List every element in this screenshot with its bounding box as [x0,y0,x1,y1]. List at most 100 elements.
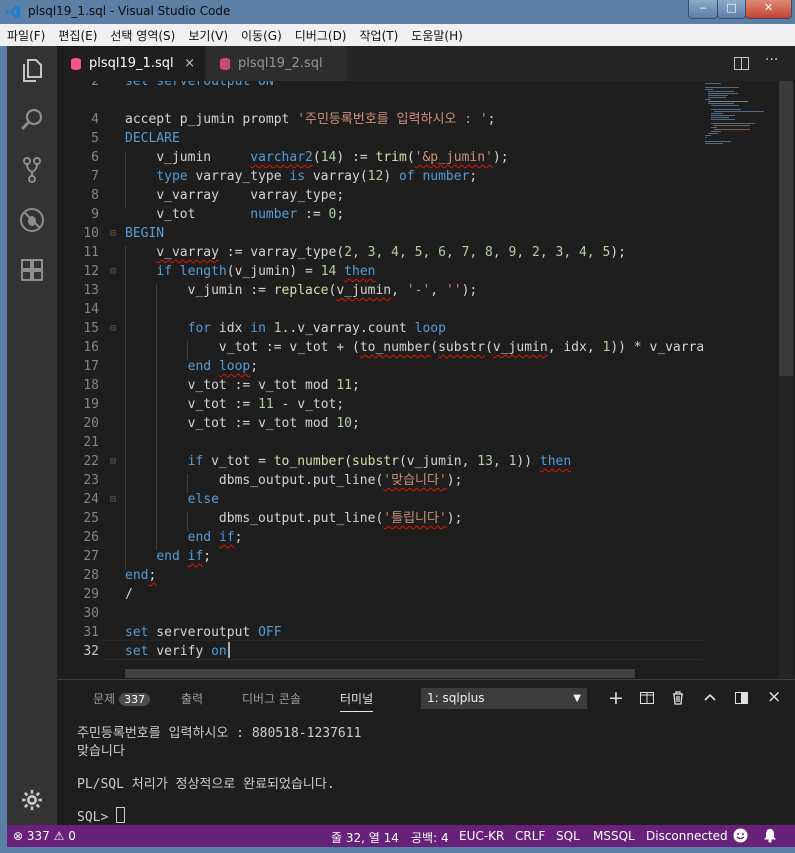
error-icon: ⊗ [13,829,24,843]
settings-gear-icon[interactable] [21,789,43,811]
vertical-scrollbar[interactable] [779,81,793,678]
tab-label: plsql19_1.sql [89,56,174,71]
horizontal-scrollbar[interactable] [125,669,635,678]
terminal-prompt-line[interactable]: SQL> [77,807,126,825]
split-editor-icon[interactable] [734,57,749,70]
new-terminal-button[interactable]: + [608,687,624,709]
code-editor[interactable]: 2 set serveroutput ON 4 accept p_jumin pro… [57,81,703,678]
trash-icon[interactable] [672,691,684,705]
code-line-31: 31 set serveroutput OFF [83,625,282,640]
language-mode[interactable]: SQL [556,829,580,843]
tab-label: plsql19_2.sql [238,56,323,71]
tab-plsql19-1[interactable]: plsql19_1.sql × [57,46,205,81]
tab-problems[interactable]: 문제 337 [93,690,151,707]
search-icon[interactable] [18,106,46,134]
feedback-smiley-icon[interactable] [733,828,748,843]
menu-help[interactable]: 도움말(H) [404,24,469,46]
code-line-20: 20 v_tot := v_tot mod 10; [83,416,360,431]
tab-close-icon[interactable]: × [184,46,195,81]
connection-status[interactable]: Disconnected [646,829,728,843]
terminal-prompt: SQL> [77,810,117,825]
problems-status[interactable]: ⊗ 337 ⚠ 0 [13,829,76,843]
chevron-down-icon: ▼ [573,693,581,704]
extensions-icon[interactable] [18,256,46,284]
vscode-logo-icon [6,5,20,19]
maximize-button[interactable]: □ [717,0,746,19]
text-cursor [228,642,230,658]
code-line-2: 2 set serveroutput ON [91,81,274,89]
code-line-16: 16 v_tot := v_tot + (to_number(substr(v_… [83,340,703,355]
split-terminal-icon[interactable] [640,692,654,704]
code-line-22: 22 ⊟ if v_tot = to_number(substr(v_jumin,… [83,452,572,471]
terminal-line: 맞습니다 [77,744,125,759]
maximize-panel-icon[interactable] [735,692,748,704]
terminal-line: 주민등록번호를 입력하시오 : 880518-1237611 [77,726,362,741]
minimap[interactable] [703,81,779,678]
tab-plsql19-2[interactable]: plsql19_2.sql [206,46,346,81]
source-control-icon[interactable] [18,156,46,184]
fold-icon[interactable]: ⊟ [110,319,116,338]
code-line-12: 12 ⊟ if length(v_jumin) = 14 then [83,262,376,281]
code-line-30: 30 [83,606,99,621]
fold-icon[interactable]: ⊟ [110,224,116,243]
window-title: plsql19_1.sql - Visual Studio Code [28,4,231,18]
code-line-6: 6 v_jumin varchar2(14) := trim('&p_jumin… [91,150,509,165]
code-line-19: 19 v_tot := 11 - v_tot; [83,397,345,412]
editor-tab-bar: plsql19_1.sql × plsql19_2.sql ··· [57,46,795,81]
code-line-27: 27 end if; [83,549,212,564]
menu-debug[interactable]: 디버그(D) [288,24,353,46]
window-frame-left [0,46,7,847]
menu-edit[interactable]: 편집(E) [51,24,103,46]
menu-view[interactable]: 보기(V) [181,24,234,46]
terminal-select-value: 1: sqlplus [427,691,485,705]
terminal-line: PL/SQL 처리가 정상적으로 완료되었습니다. [77,777,335,792]
close-window-button[interactable]: ✕ [745,0,792,19]
encoding[interactable]: EUC-KR [459,829,504,843]
fold-icon[interactable]: ⊟ [110,262,116,281]
more-actions-button[interactable]: ··· [765,52,778,68]
tab-output[interactable]: 출력 [181,690,203,707]
code-line-25: 25 dbms_output.put_line('틀립니다'); [83,511,463,526]
code-line-26: 26 end if; [83,530,243,545]
chevron-up-icon[interactable] [704,693,716,701]
code-line-24: 24 ⊟ else [83,490,219,509]
indentation[interactable]: 공백: 4 [411,829,449,846]
fold-icon[interactable]: ⊟ [110,452,116,471]
terminal-select[interactable]: 1: sqlplus ▼ [421,688,587,709]
code-line-15: 15 ⊟ for idx in 1..v_varray.count loop [83,319,446,338]
code-line-32: 32 set verify on [83,644,227,659]
notifications-bell-icon[interactable] [763,828,777,843]
menu-tasks[interactable]: 작업(T) [353,24,405,46]
code-line-17: 17 end loop; [83,359,259,374]
sql-server-type[interactable]: MSSQL [593,829,635,843]
code-line-11: 11 v_varray := varray_type(2, 3, 4, 5, 6… [83,245,626,260]
bottom-panel: 문제 337 출력 디버그 콘솔 터미널 1: sqlplus ▼ + × 주민등… [57,679,795,826]
code-line-18: 18 v_tot := v_tot mod 11; [83,378,360,393]
cursor-position[interactable]: 줄 32, 열 14 [331,829,399,846]
menu-file[interactable]: 파일(F) [0,24,51,46]
code-line-10: 10 ⊟ BEGIN [83,224,165,243]
code-line-8: 8 v_varray varray_type; [91,188,345,203]
code-line-14: 14 [83,302,99,317]
code-line-7: 7 type varray_type is varray(12) of numb… [91,169,478,184]
scrollbar-thumb[interactable] [779,81,793,376]
fold-icon[interactable]: ⊟ [110,490,116,509]
window-titlebar[interactable]: plsql19_1.sql - Visual Studio Code ‒ □ ✕ [0,0,795,24]
problems-count-badge: 337 [119,693,151,706]
code-line-23: 23 dbms_output.put_line('맞습니다'); [83,473,463,488]
code-line-13: 13 v_jumin := replace(v_jumin, '-', ''); [83,283,478,298]
menu-selection[interactable]: 선택 영역(S) [103,24,181,46]
code-line-29: 29/ [83,587,133,602]
status-bar: ⊗ 337 ⚠ 0 줄 32, 열 14 공백: 4 EUC-KR CRLF S… [7,825,795,847]
tab-terminal[interactable]: 터미널 [340,690,374,712]
code-line-28: 28 end; [83,568,157,583]
tab-debug-console[interactable]: 디버그 콘솔 [242,690,301,707]
line-ending[interactable]: CRLF [515,829,545,843]
close-panel-button[interactable]: × [767,687,781,707]
explorer-icon[interactable] [18,56,46,84]
debug-icon[interactable] [18,206,46,234]
code-line-4: 4 accept p_jumin prompt '주민등록번호를 입력하시오 : … [91,112,496,127]
database-file-icon [71,58,81,70]
minimize-button[interactable]: ‒ [688,0,718,19]
menu-go[interactable]: 이동(G) [234,24,288,46]
